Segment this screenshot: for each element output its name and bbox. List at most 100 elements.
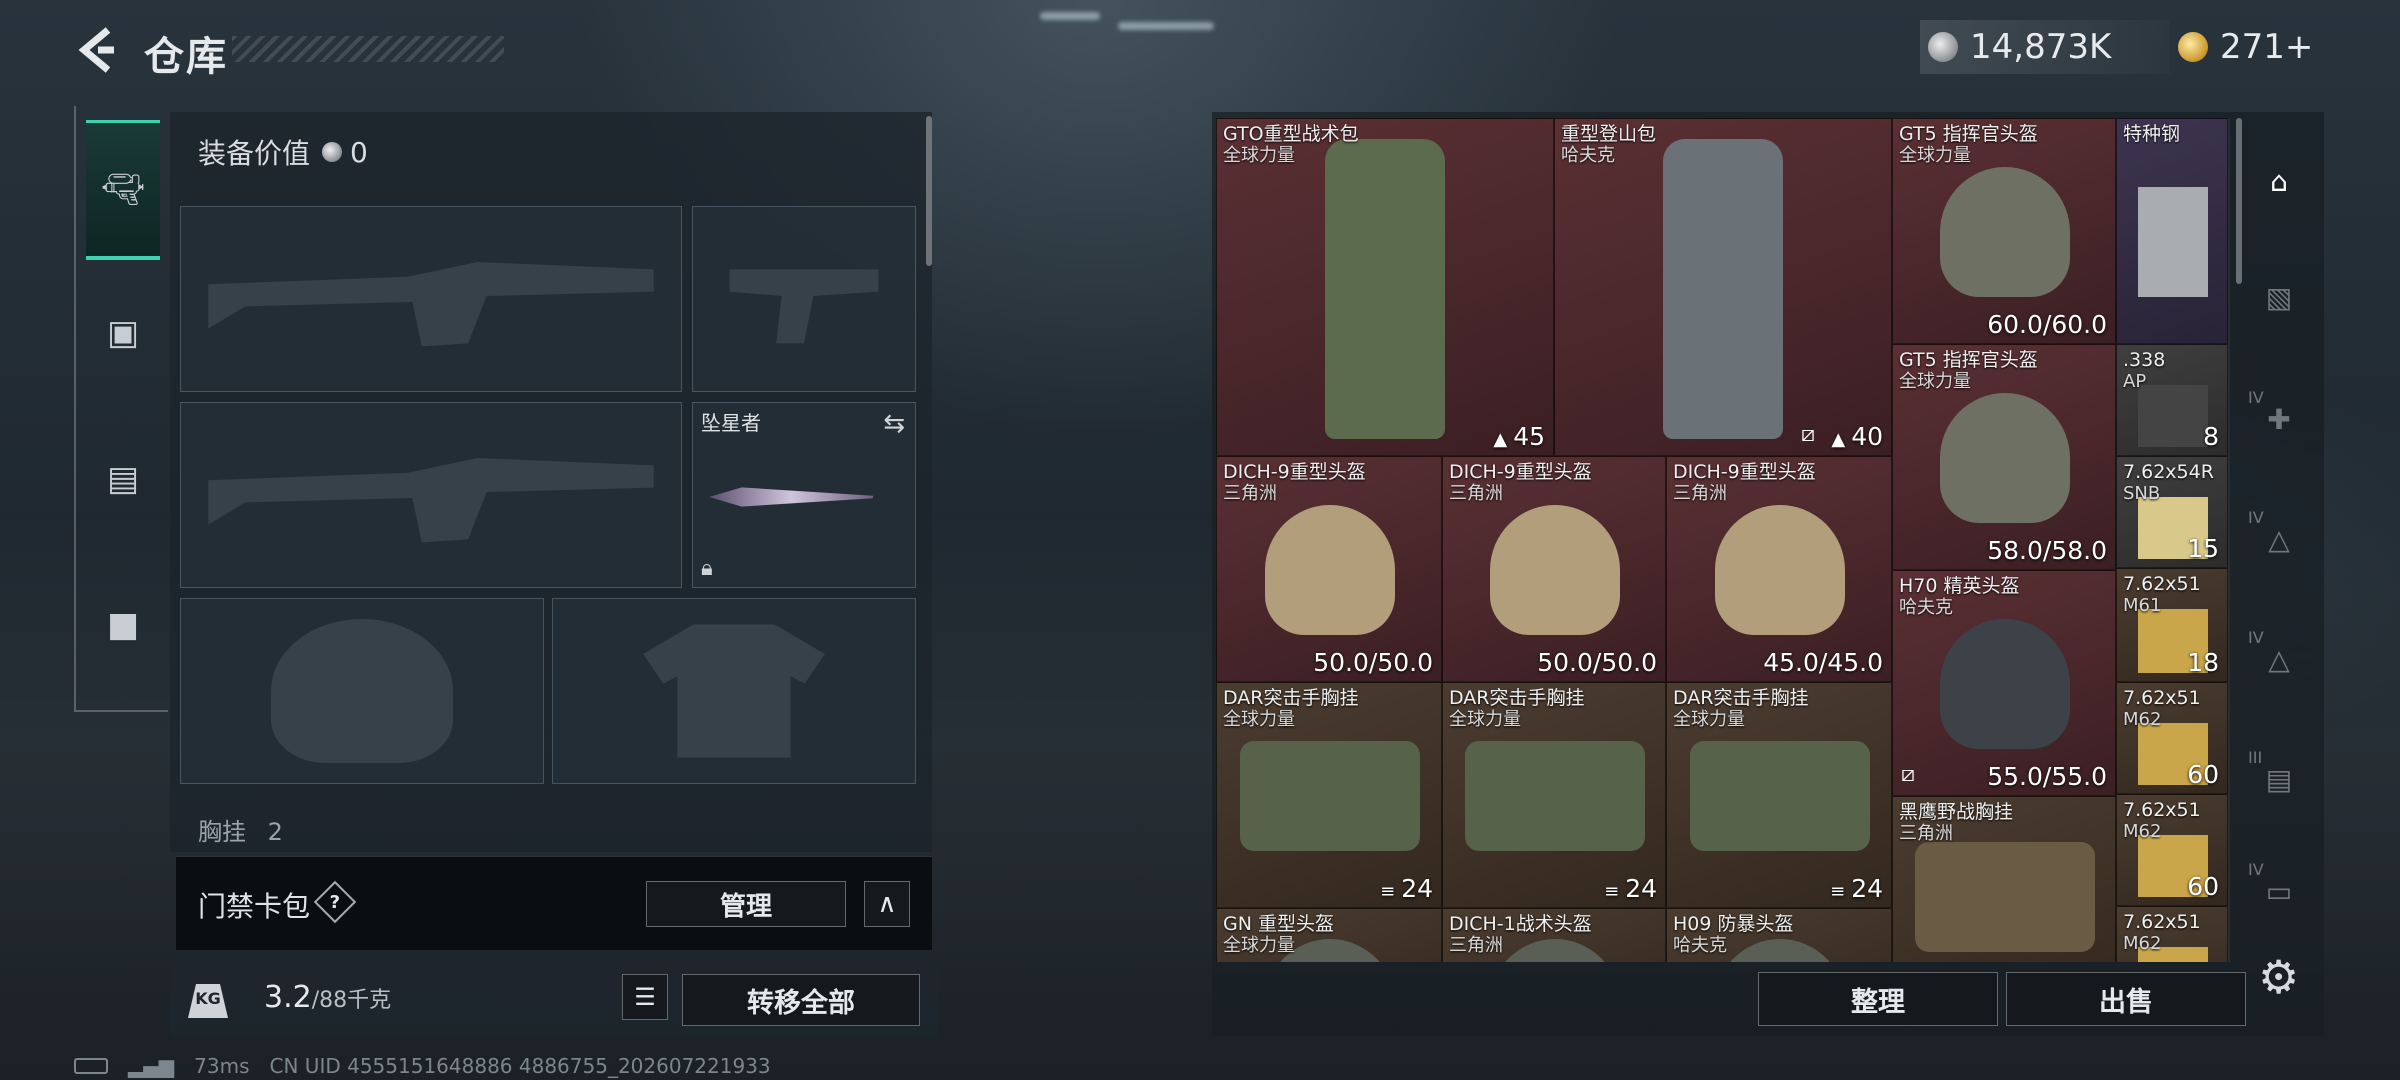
item-origin: 三角洲 (1449, 483, 1503, 504)
transfer-all-button[interactable]: 转移全部 (682, 974, 920, 1026)
weight-icon: KG (188, 984, 228, 1018)
list-view-button[interactable]: ☰ (622, 974, 668, 1020)
tab-weapons[interactable]: 🔫︎ (86, 120, 160, 260)
stash-scrollbar[interactable] (2236, 118, 2242, 284)
stash-item[interactable]: GN 重型头盔 全球力量 (1216, 908, 1442, 962)
gear-icon[interactable]: ⚙ (2258, 950, 2299, 1004)
stash-item[interactable]: .338 AP 8 (2116, 344, 2228, 456)
tab-vest[interactable]: ▤ (86, 442, 160, 516)
item-name-text: DICH-9重型头盔 (1223, 461, 1366, 483)
list-icon: ☰ (634, 983, 656, 1011)
ping: 73ms (194, 1054, 250, 1078)
item-stat-value: 24 (1851, 874, 1883, 903)
filter-medical[interactable]: IV ✚ (2246, 386, 2312, 452)
item-name: GTO重型战术包 全球力量 (1223, 123, 1359, 167)
helmet-icon (1265, 505, 1395, 635)
item-name: GT5 指挥官头盔 全球力量 (1899, 349, 2038, 393)
item-origin: 哈夫克 (1673, 935, 1727, 956)
vest-icon (1690, 741, 1870, 851)
helmet-icon (1940, 619, 2070, 749)
stash-item[interactable]: DAR突击手胸挂 全球力量 ≡ 24 (1442, 682, 1666, 908)
filter-armor[interactable]: IV △ (2246, 506, 2312, 572)
item-origin: 三角洲 (1673, 483, 1727, 504)
stash-item[interactable]: H70 精英头盔 哈夫克 55.0/55.0 ⧄ (1892, 570, 2116, 796)
status-bar: ▂▄▆ 73ms CN UID 4555151648886 4886755_20… (74, 1054, 771, 1078)
sort-button[interactable]: 整理 (1758, 972, 1998, 1026)
item-name-text: DAR突击手胸挂 (1223, 687, 1359, 709)
stash-item[interactable]: 特种钢 (2116, 118, 2228, 344)
silver-coin-icon (1928, 32, 1958, 62)
equipment-value-label: 装备价值 (198, 137, 311, 170)
primary-weapon-slot[interactable] (180, 206, 682, 392)
stash-item[interactable]: DAR突击手胸挂 全球力量 ≡ 24 (1216, 682, 1442, 908)
stash-item[interactable]: GTO重型战术包 全球力量 ▲ 45 (1216, 118, 1554, 456)
rifle-silhouette-icon (208, 262, 654, 347)
item-name: 7.62x51 M62 (2123, 799, 2201, 843)
gold-currency[interactable]: 271+ (2170, 20, 2334, 74)
collapse-button[interactable]: ∧ (864, 881, 910, 927)
item-name: GN 重型头盔 全球力量 (1223, 913, 1334, 957)
stash-item[interactable]: DICH-9重型头盔 三角洲 50.0/50.0 (1442, 456, 1666, 682)
item-stat-value: 58.0/58.0 (1987, 536, 2107, 565)
item-name-text: H09 防暴头盔 (1673, 913, 1794, 935)
item-stat: ▲ 40 (1831, 422, 1883, 451)
item-origin: 三角洲 (1223, 483, 1277, 504)
filter-all[interactable]: ⌂ (2246, 148, 2312, 214)
vest-filter-icon: ▤ (2265, 762, 2293, 796)
tab-toolbox[interactable]: ■ (86, 588, 160, 662)
ceiling-light (1040, 12, 1100, 20)
armor-slot[interactable] (552, 598, 916, 784)
filter-equipment[interactable]: III ▤ (2246, 746, 2312, 812)
item-stat: 60.0/60.0 (1987, 310, 2107, 339)
sidearm-slot[interactable] (692, 206, 916, 392)
filter-tools[interactable]: ▧ (2246, 264, 2312, 330)
stash-item[interactable]: GT5 指挥官头盔 全球力量 60.0/60.0 (1892, 118, 2116, 344)
equipment-scrollbar[interactable] (926, 116, 932, 266)
item-name: H70 精英头盔 哈夫克 (1899, 575, 2020, 619)
item-stat-value: 60 (2187, 760, 2219, 789)
stash-item[interactable]: 黑鹰野战胸挂 三角洲 (1892, 796, 2116, 962)
stash-item[interactable]: DICH-9重型头盔 三角洲 45.0/45.0 (1666, 456, 1892, 682)
vest-icon (1915, 842, 2095, 952)
stash-item[interactable]: GT5 指挥官头盔 全球力量 58.0/58.0 (1892, 344, 2116, 570)
stash-item[interactable]: 7.62x51 M62 60 (2116, 794, 2228, 906)
stash-item[interactable]: 7.62x51 M61 18 (2116, 568, 2228, 682)
weight-icon-text: KG (195, 988, 221, 1008)
melee-slot[interactable]: 坠星者 ⇆ 🔒︎ (692, 402, 916, 588)
item-name-text: 特种钢 (2123, 123, 2181, 145)
battery-icon (74, 1058, 108, 1074)
item-name: DAR突击手胸挂 全球力量 (1449, 687, 1585, 731)
stash-item[interactable]: 7.62x51 M62 60 (2116, 682, 2228, 794)
item-name-text: 7.62x51 (2123, 573, 2201, 595)
stash-item[interactable]: 7.62x54R SNB 15 (2116, 456, 2228, 568)
manage-button[interactable]: 管理 (646, 881, 846, 927)
swap-icon[interactable]: ⇆ (883, 409, 905, 439)
item-name-text: 7.62x51 (2123, 799, 2201, 821)
filter-ammo[interactable]: IV △ (2246, 626, 2312, 692)
stash-item[interactable]: DICH-1战术头盔 三角洲 (1442, 908, 1666, 962)
stash-item[interactable]: DICH-9重型头盔 三角洲 50.0/50.0 (1216, 456, 1442, 682)
category-rail: 🔫︎ ▣ ▤ ■ (74, 106, 168, 712)
item-name-text: DICH-1战术头盔 (1449, 913, 1592, 935)
stash-home-icon: ⌂ (2270, 164, 2288, 198)
stash-item[interactable]: DAR突击手胸挂 全球力量 ≡ 24 (1666, 682, 1892, 908)
back-arrow-icon[interactable] (74, 24, 118, 76)
tab-backpack[interactable]: ▣ (86, 296, 160, 370)
item-origin: AP (2123, 371, 2147, 392)
help-icon[interactable]: ? (313, 880, 357, 924)
keycard-bar: 门禁卡包 ? 管理 ∧ (176, 856, 932, 950)
helmet-silhouette-icon (271, 619, 453, 763)
item-origin: 全球力量 (1223, 145, 1295, 166)
helmet-slot[interactable] (180, 598, 544, 784)
ammo-box-icon (2138, 187, 2208, 297)
vest-capacity-icon: ≡ (1604, 881, 1620, 902)
item-stat-value: 24 (1401, 874, 1433, 903)
item-name: DICH-9重型头盔 三角洲 (1673, 461, 1816, 505)
stash-item[interactable]: H09 防暴头盔 哈夫克 (1666, 908, 1892, 962)
armor-silhouette-icon (643, 624, 825, 758)
stash-item[interactable]: 重型登山包 哈夫克 ▲ 40 ⧄ (1554, 118, 1892, 456)
filter-misc[interactable]: IV ▭ (2246, 858, 2312, 924)
sell-button[interactable]: 出售 (2006, 972, 2246, 1026)
secondary-weapon-slot[interactable] (180, 402, 682, 588)
stash-item[interactable]: 7.62x51 M62 (2116, 906, 2228, 962)
